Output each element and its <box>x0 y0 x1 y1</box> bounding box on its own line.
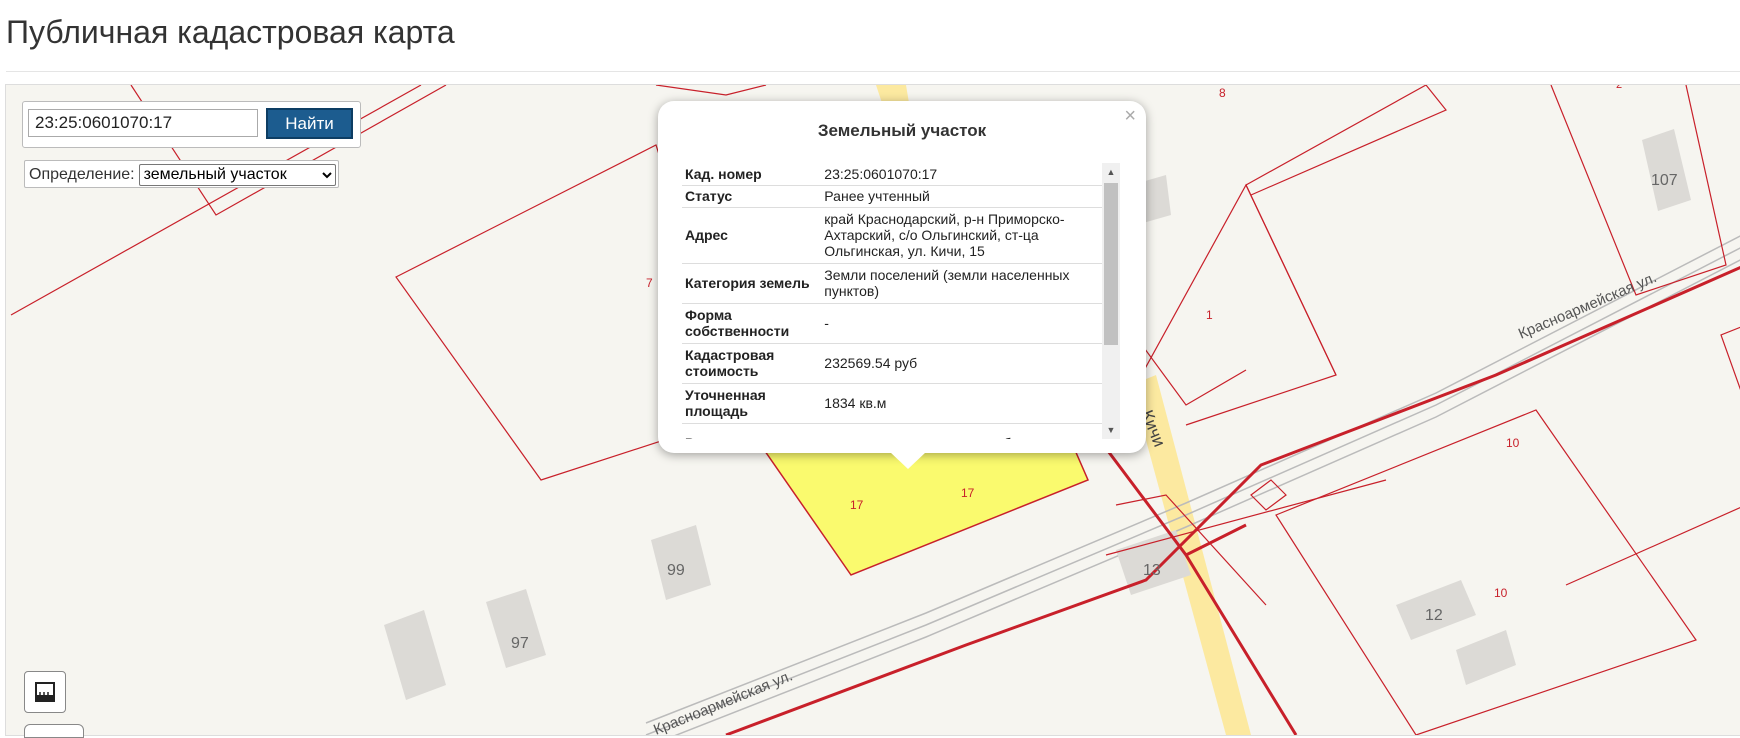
attr-key: Разрешенное <box>682 423 822 439</box>
table-row: Категория земель Земли поселений (земли н… <box>682 263 1110 304</box>
table-row: Форма собственности - <box>682 303 1110 344</box>
attr-key: Кадастровая стоимость <box>682 343 822 384</box>
attr-value: 232569.54 руб <box>821 343 1110 384</box>
scrollbar-thumb[interactable] <box>1104 183 1118 345</box>
table-row: Статус Ранее учтенный <box>682 185 1110 208</box>
attr-key: Уточненная площадь <box>682 383 822 424</box>
table-row: Адрес край Краснодарский, р-н Приморско-А… <box>682 207 1110 264</box>
definition-panel: Определение: земельный участок <box>24 160 339 188</box>
attr-value: край Краснодарский, р-н Приморско-Ахтарс… <box>821 207 1110 264</box>
parcel-label: 7 <box>646 276 653 290</box>
building-label: 107 <box>1651 172 1678 189</box>
attr-value: Ранее учтенный <box>821 185 1110 208</box>
definition-select[interactable]: земельный участок <box>138 163 336 186</box>
parcel-label: 1 <box>1206 308 1213 322</box>
popup-title: Земельный участок <box>817 121 987 140</box>
building-label: 97 <box>511 635 529 652</box>
street-label: Красноармейская ул. <box>651 667 795 735</box>
attr-value: Земли поселений (земли населенных пункто… <box>821 263 1110 304</box>
attr-value: 1834 кв.м <box>821 383 1110 424</box>
parcel-label: 10 <box>1494 586 1508 600</box>
map-tool-button[interactable] <box>24 724 84 738</box>
definition-label: Определение: <box>29 165 135 183</box>
building-label: 99 <box>667 562 685 579</box>
parcel-label: 17 <box>850 498 864 512</box>
find-button[interactable]: Найти <box>266 108 353 139</box>
cadastral-search-input[interactable] <box>28 109 258 137</box>
table-row: Разрешенноедля ведения личного подсобног… <box>682 423 1110 439</box>
attr-value: для ведения личного подсобного <box>821 423 1110 439</box>
measure-tool-button[interactable] <box>24 671 66 713</box>
attr-key: Статус <box>682 185 822 208</box>
parcel-label: 2 <box>1616 85 1622 91</box>
attr-key: Форма собственности <box>682 303 822 344</box>
building <box>1456 630 1516 685</box>
attr-key: Адрес <box>682 207 822 264</box>
attr-key: Кад. номер <box>682 163 822 186</box>
scroll-up-icon[interactable]: ▲ <box>1102 167 1120 177</box>
table-row: Уточненная площадь 1834 кв.м <box>682 383 1110 424</box>
building <box>384 610 446 700</box>
parcel-attributes-table: Кад. номер 23:25:0601070:17 Статус Ранее у… <box>682 163 1110 439</box>
parcel-label: 10 <box>1506 436 1520 450</box>
table-row: Кадастровая стоимость 232569.54 руб <box>682 343 1110 384</box>
popup-scrollbar[interactable]: ▲ ▼ <box>1102 163 1120 439</box>
popup-pointer <box>890 452 926 469</box>
building <box>1642 129 1691 211</box>
parcel-label: 17 <box>961 486 975 500</box>
attr-key: Категория земель <box>682 263 822 304</box>
street-label: Красноармейская ул. <box>1516 269 1659 343</box>
page-title: Публичная кадастровая карта <box>6 14 455 50</box>
parcel-label: 8 <box>1219 86 1226 100</box>
ruler-icon <box>35 682 55 702</box>
building-label: 12 <box>1425 607 1443 624</box>
scroll-down-icon[interactable]: ▼ <box>1102 425 1120 435</box>
attr-value: 23:25:0601070:17 <box>821 163 1110 186</box>
building <box>486 589 546 668</box>
building-label: 13 <box>1143 562 1161 579</box>
parcel-info-popup: × Земельный участок Кад. номер 23:25:0601… <box>658 101 1146 469</box>
popup-content[interactable]: Кад. номер 23:25:0601070:17 Статус Ранее у… <box>682 163 1110 439</box>
table-row: Кад. номер 23:25:0601070:17 <box>682 163 1110 186</box>
attr-value: - <box>821 303 1110 344</box>
search-panel: Найти <box>22 101 361 148</box>
title-divider <box>6 71 1740 72</box>
